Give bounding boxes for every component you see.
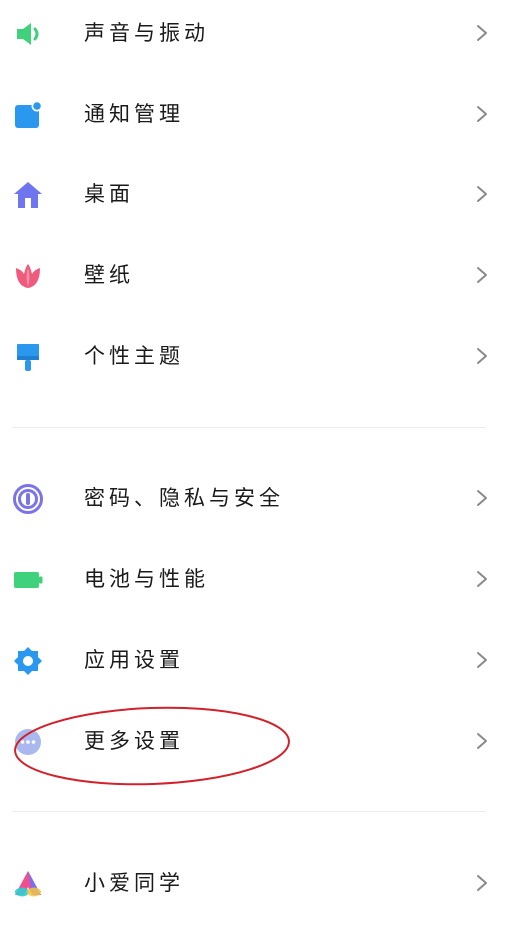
chevron-right-icon: [477, 571, 487, 587]
settings-item-label: 电池与性能: [84, 567, 209, 591]
chevron-right-icon: [477, 186, 487, 202]
settings-item-themes[interactable]: 个性主题: [0, 324, 516, 388]
settings-item-label: 声音与振动: [84, 21, 209, 45]
settings-item-label: 应用设置: [84, 648, 184, 672]
battery-icon: [14, 572, 43, 588]
tulip-icon: [16, 264, 40, 288]
chevron-right-icon: [477, 652, 487, 668]
settings-item-label: 小爱同学: [84, 871, 184, 895]
notification-icon: [15, 100, 43, 128]
settings-item-desktop[interactable]: 桌面: [0, 162, 516, 226]
settings-item-wallpaper[interactable]: 壁纸: [0, 243, 516, 307]
settings-item-notifications[interactable]: 通知管理: [0, 82, 516, 146]
gear-icon: [14, 647, 42, 675]
chevron-right-icon: [477, 733, 487, 749]
fingerprint-icon: [13, 484, 43, 514]
chevron-right-icon: [477, 490, 487, 506]
xiaoai-icon: [15, 871, 41, 897]
settings-item-sound-vibration[interactable]: 声音与振动: [0, 1, 516, 65]
settings-item-label: 个性主题: [84, 344, 184, 368]
settings-item-label: 桌面: [84, 182, 134, 206]
home-icon: [14, 182, 42, 208]
settings-item-battery-performance[interactable]: 电池与性能: [0, 547, 516, 611]
settings-item-password-privacy-security[interactable]: 密码、隐私与安全: [0, 466, 516, 530]
chevron-right-icon: [477, 106, 487, 122]
settings-item-label: 密码、隐私与安全: [84, 486, 284, 510]
settings-item-label: 通知管理: [84, 102, 184, 126]
chevron-right-icon: [477, 348, 487, 364]
settings-item-more-settings[interactable]: 更多设置: [0, 709, 516, 773]
chevron-right-icon: [477, 25, 487, 41]
more-dots-icon: [15, 729, 41, 755]
section-divider: [12, 811, 486, 812]
section-divider: [12, 427, 486, 428]
chevron-right-icon: [477, 267, 487, 283]
chevron-right-icon: [477, 875, 487, 891]
paint-brush-icon: [17, 344, 39, 371]
settings-item-label: 更多设置: [84, 729, 184, 753]
settings-item-xiaoai[interactable]: 小爱同学: [0, 851, 516, 915]
settings-item-label: 壁纸: [84, 263, 134, 287]
speaker-icon: [17, 23, 39, 45]
settings-item-app-settings[interactable]: 应用设置: [0, 628, 516, 692]
